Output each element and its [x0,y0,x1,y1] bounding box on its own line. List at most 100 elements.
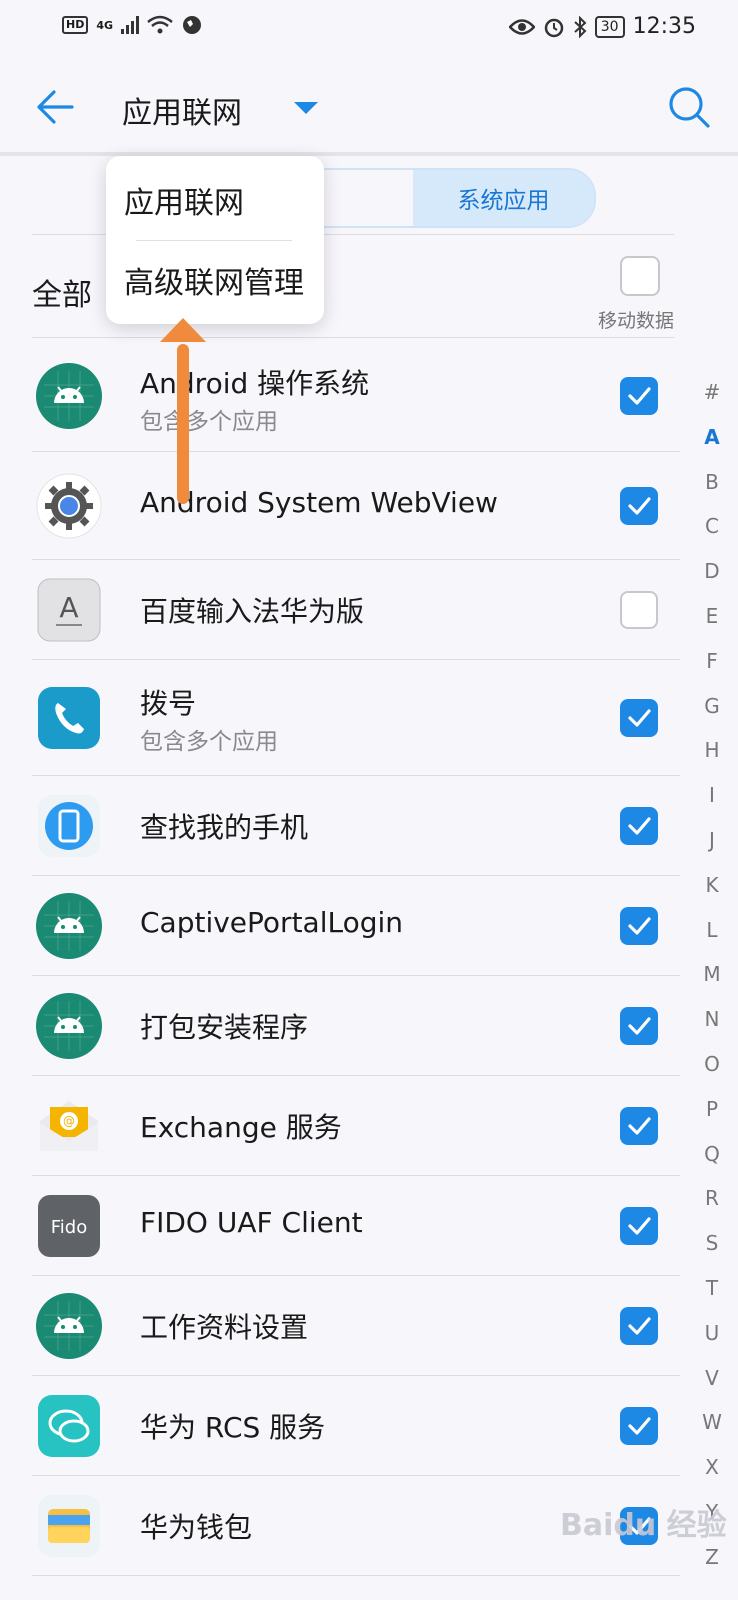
settings-gear-icon [36,473,102,539]
status-bar: HD 4G 30 12:35 [0,0,738,58]
list-item[interactable]: Fido FIDO UAF Client [0,1176,680,1276]
alphabet-index-letter[interactable]: M [703,952,720,997]
wifi-icon [147,15,173,34]
check-icon [628,1117,651,1135]
svg-text:A: A [59,591,78,624]
clock: 12:35 [632,14,696,39]
mobile-data-checkbox[interactable] [620,377,658,415]
alphabet-index-letter[interactable]: G [704,684,720,729]
alphabet-index-letter[interactable]: H [704,728,719,773]
app-name: FIDO UAF Client [140,1206,363,1239]
arrow-left-icon[interactable] [34,86,76,128]
alphabet-index-letter[interactable]: R [705,1176,719,1221]
fido-icon: Fido [36,1193,102,1259]
list-item[interactable]: 打包安装程序 [0,976,680,1076]
alphabet-index-letter[interactable]: T [706,1266,718,1311]
page-title[interactable]: 应用联网 [122,88,242,132]
list-item[interactable]: 华为 RCS 服务 [0,1376,680,1476]
check-icon [628,917,651,935]
alphabet-index-letter[interactable]: J [709,818,715,863]
bluetooth-icon [574,15,587,38]
check-icon [628,1017,651,1035]
list-item[interactable]: 查找我的手机 [0,776,680,876]
alphabet-index-letter[interactable]: I [709,773,715,818]
alphabet-index-letter[interactable]: U [705,1311,720,1356]
check-icon [628,709,651,727]
app-subtitle: 包含多个应用 [140,409,278,435]
watermark: Baidu 经验 [560,1508,727,1543]
alphabet-index-letter[interactable]: E [706,594,719,639]
android-icon [36,993,102,1059]
hd-badge: HD [62,16,89,34]
find-phone-icon [36,793,102,859]
app-name: 华为 RCS 服务 [140,1411,326,1444]
alphabet-index-letter[interactable]: P [706,1087,718,1132]
alphabet-index-letter[interactable]: X [705,1445,719,1490]
eye-icon [508,18,535,35]
chevron-down-icon[interactable] [294,102,318,114]
mobile-data-checkbox[interactable] [620,591,658,629]
list-item[interactable]: Android 操作系统包含多个应用 [0,340,680,452]
alphabet-index-letter[interactable]: L [706,908,717,953]
list-item[interactable]: A 百度输入法华为版 [0,560,680,660]
globe-icon [183,16,202,34]
network-type: 4G [96,18,114,32]
mobile-data-checkbox[interactable] [620,487,658,525]
mobile-data-checkbox[interactable] [620,1107,658,1145]
mobile-data-checkbox[interactable] [620,699,658,737]
alphabet-index-letter[interactable]: # [704,370,721,415]
alphabet-index-letter[interactable]: O [704,1042,720,1087]
tab-system-apps[interactable]: 系统应用 [413,170,594,226]
alphabet-index-letter[interactable]: D [704,549,719,594]
app-bar: 应用联网 [0,58,738,156]
alphabet-index-letter[interactable]: W [702,1400,722,1445]
row-divider [32,1575,680,1576]
keyboard-a-icon: A [36,577,102,643]
alphabet-index[interactable]: # A B C D E F G H I J K L M N O P Q R S T U V W X Y Z [688,370,736,1580]
list-item[interactable]: CaptivePortalLogin [0,876,680,976]
app-name: Exchange 服务 [140,1111,342,1144]
app-name: 拨号 [140,687,197,720]
list-item[interactable]: 工作资料设置 [0,1276,680,1376]
list-item[interactable]: Android System WebView [0,452,680,560]
search-icon[interactable] [666,84,712,130]
all-label: 全部 [32,278,92,313]
menu-item-advanced-networking[interactable]: 高级联网管理 [124,258,304,302]
mobile-data-checkbox[interactable] [620,1307,658,1345]
mail-icon: @ [36,1093,102,1159]
alphabet-index-letter[interactable]: S [706,1221,719,1266]
mobile-data-checkbox[interactable] [620,1407,658,1445]
phone-icon [36,685,102,751]
select-all-checkbox[interactable] [620,256,660,296]
mobile-data-checkbox[interactable] [620,807,658,845]
wallet-icon [36,1493,102,1559]
list-item[interactable]: @ Exchange 服务 [0,1076,680,1176]
alphabet-index-letter[interactable]: C [705,504,719,549]
signal-icon [121,16,140,34]
alphabet-index-letter[interactable]: Q [704,1132,720,1177]
mobile-data-checkbox[interactable] [620,907,658,945]
menu-item-app-networking[interactable]: 应用联网 [124,178,244,222]
app-name: Android 操作系统 [140,367,370,400]
list-item[interactable]: 拨号 包含多个应用 [0,660,680,776]
app-name: 查找我的手机 [140,811,309,844]
alphabet-index-letter[interactable]: A [704,415,719,460]
alphabet-index-letter[interactable]: K [705,863,718,908]
alarm-icon [544,18,564,37]
alphabet-index-letter[interactable]: N [705,997,720,1042]
battery-icon: 30 [594,15,625,38]
mobile-data-checkbox[interactable] [620,1007,658,1045]
check-icon [628,387,651,405]
mobile-data-checkbox[interactable] [620,1207,658,1245]
app-subtitle: 包含多个应用 [140,729,278,755]
android-icon [36,893,102,959]
app-name: CaptivePortalLogin [140,906,404,939]
alphabet-index-letter[interactable]: V [705,1356,719,1401]
alphabet-index-letter[interactable]: B [705,460,719,505]
mobile-data-column-label: 移动数据 [598,310,675,332]
app-name: 工作资料设置 [140,1311,309,1344]
svg-text:@: @ [63,1114,75,1128]
alphabet-index-letter[interactable]: F [706,639,718,684]
check-icon [628,1317,651,1335]
menu-divider [136,240,292,241]
